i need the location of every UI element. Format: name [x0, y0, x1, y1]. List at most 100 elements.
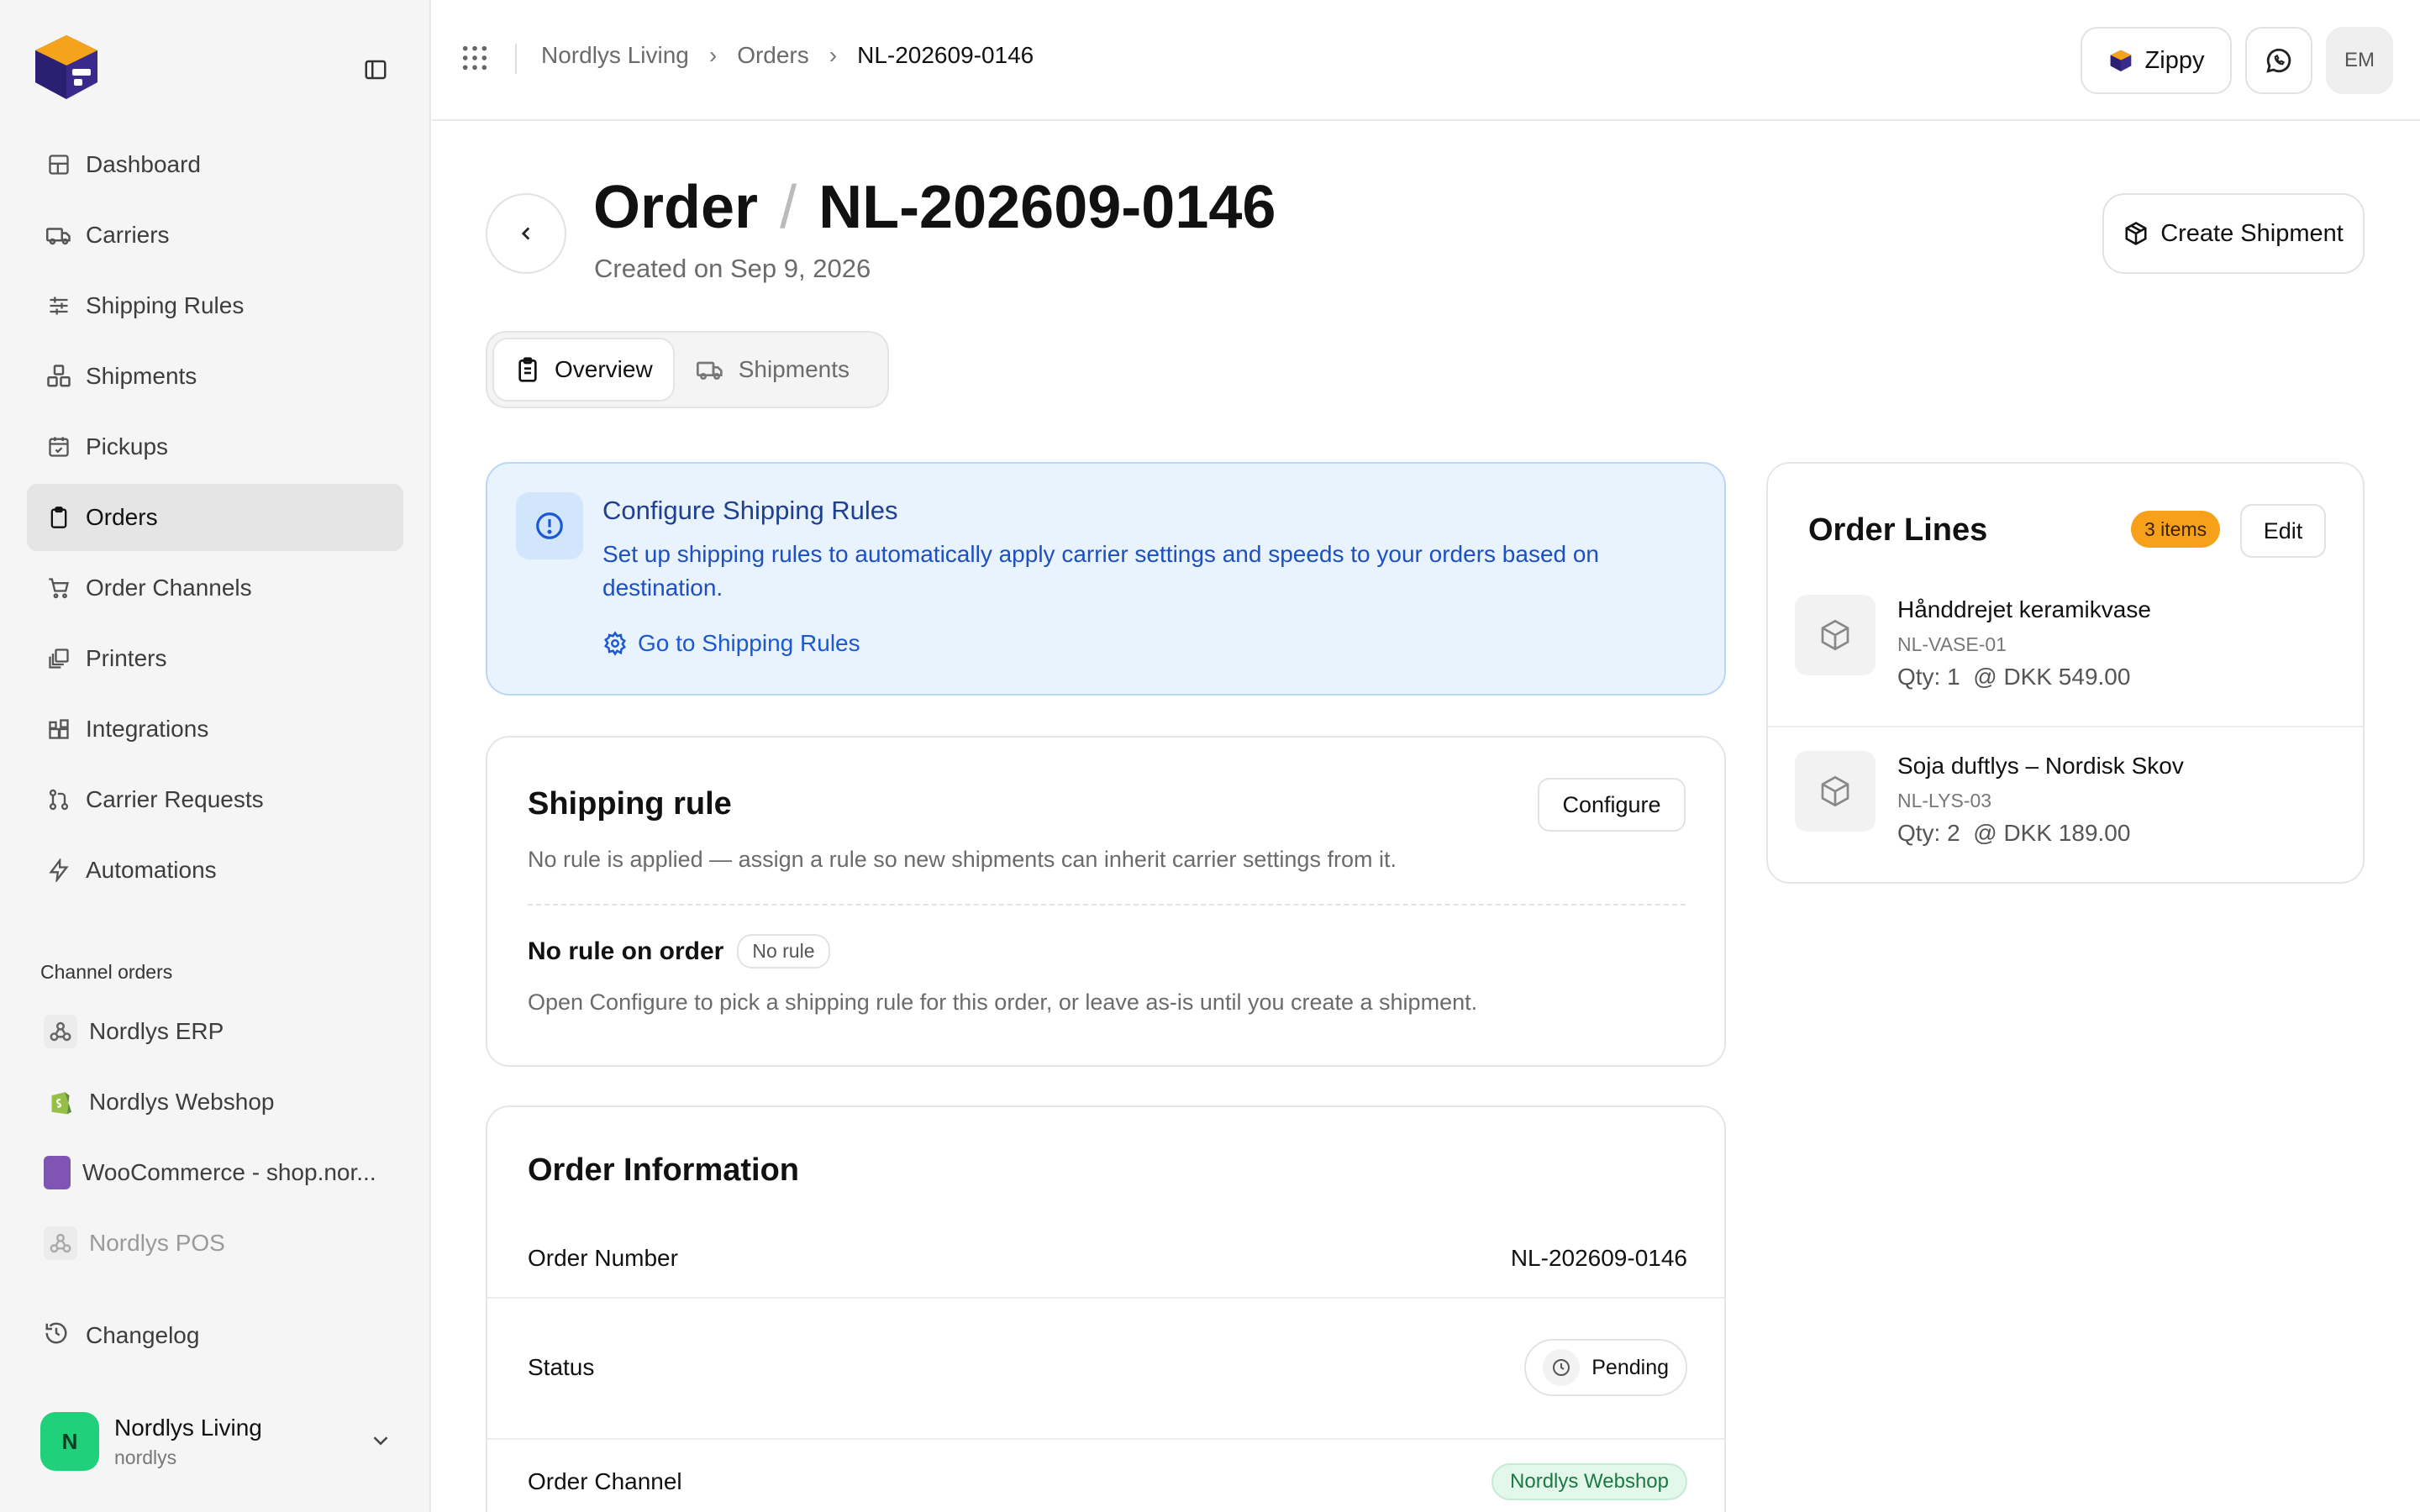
nav-label: Integrations	[86, 716, 209, 742]
shipping-rule-title: Shipping rule	[528, 786, 732, 822]
nav-item-pickups[interactable]: Pickups	[27, 413, 403, 480]
sidebar: Dashboard Carriers Shipping Rules Shipme…	[0, 0, 431, 1512]
chat-button[interactable]	[2245, 27, 2312, 94]
status-row: Status Pending	[487, 1337, 1724, 1398]
list-item: Hånddrejet keramikvase NL-VASE-01 Qty: 1…	[1768, 568, 2363, 724]
apps-grid-icon[interactable]	[460, 44, 489, 72]
channel-label: Nordlys POS	[89, 1230, 225, 1256]
nav-item-shipping-rules[interactable]: Shipping Rules	[27, 272, 403, 339]
tab-shipments[interactable]: Shipments	[675, 338, 870, 402]
status-badge: Pending	[1524, 1339, 1687, 1396]
chevron-right-icon: ›	[708, 42, 718, 68]
channel-label: WooCommerce - shop.nor...	[82, 1159, 376, 1185]
zippy-logo-icon	[2110, 50, 2131, 71]
channel-item-nordlys-erp[interactable]: Nordlys ERP	[27, 998, 403, 1065]
line-item-qty: Qty: 1 @ DKK 549.00	[1897, 664, 2131, 690]
link-label: Go to Shipping Rules	[638, 630, 860, 656]
row-label: Order Channel	[528, 1468, 682, 1494]
chevron-left-icon	[521, 227, 530, 240]
title-separator: /	[780, 174, 797, 241]
account-info: Nordlys Living nordlys	[114, 1415, 262, 1469]
chat-bubble-icon	[2266, 48, 2291, 73]
account-switcher[interactable]: N Nordlys Living nordlys	[40, 1411, 393, 1472]
order-lines-title: Order Lines	[1808, 512, 1988, 548]
order-information-card: Order Information Order Number NL-202609…	[486, 1105, 1726, 1512]
package-icon	[2125, 222, 2147, 245]
nav-item-automations[interactable]: Automations	[27, 837, 403, 904]
printer-icon	[44, 643, 74, 674]
rule-status-description: Open Configure to pick a shipping rule f…	[528, 990, 1478, 1015]
tab-label: Shipments	[738, 356, 850, 382]
configure-button[interactable]: Configure	[1538, 778, 1686, 832]
channel-orders-heading: Channel orders	[40, 961, 173, 983]
channel-list: Nordlys ERP Nordlys Webshop WooCommerce …	[27, 998, 403, 1280]
go-to-shipping-rules-link[interactable]: Go to Shipping Rules	[602, 630, 860, 657]
shopify-icon	[44, 1085, 77, 1119]
nav-item-integrations[interactable]: Integrations	[27, 696, 403, 763]
nav-item-order-channels[interactable]: Order Channels	[27, 554, 403, 622]
notice-text: Set up shipping rules to automatically a…	[602, 541, 1600, 601]
nav-item-shipments[interactable]: Shipments	[27, 343, 403, 410]
main-nav: Dashboard Carriers Shipping Rules Shipme…	[27, 131, 403, 907]
title-order-id: NL-202609-0146	[818, 174, 1276, 241]
cart-icon	[44, 573, 74, 603]
chevron-down-icon	[368, 1428, 393, 1453]
collapse-sidebar-button[interactable]	[358, 52, 393, 87]
nav-label: Order Channels	[86, 575, 252, 601]
channel-label: Nordlys ERP	[89, 1018, 224, 1044]
nav-item-carriers[interactable]: Carriers	[27, 202, 403, 269]
edit-button[interactable]: Edit	[2240, 504, 2326, 558]
nav-item-orders[interactable]: Orders	[27, 484, 403, 551]
boxes-icon	[44, 361, 74, 391]
changelog-link[interactable]: Changelog	[44, 1320, 199, 1351]
changelog-label: Changelog	[86, 1322, 200, 1348]
zippy-button[interactable]: Zippy	[2081, 27, 2232, 94]
chevron-right-icon: ›	[829, 42, 838, 68]
zippy-label: Zippy	[2144, 46, 2205, 74]
channel-item-woocommerce[interactable]: WooCommerce - shop.nor...	[27, 1139, 403, 1206]
row-label: Order Number	[528, 1245, 678, 1271]
nav-label: Pickups	[86, 433, 169, 459]
row-label: Status	[528, 1354, 595, 1380]
order-information-title: Order Information	[528, 1152, 800, 1188]
truck-icon	[44, 220, 74, 250]
clipboard-icon	[44, 502, 74, 533]
nav-item-dashboard[interactable]: Dashboard	[27, 131, 403, 198]
account-name: Nordlys Living	[114, 1414, 262, 1441]
tab-overview[interactable]: Overview	[492, 338, 675, 402]
nav-label: Carriers	[86, 222, 170, 248]
nav-label: Dashboard	[86, 151, 201, 177]
nav-label: Shipping Rules	[86, 292, 245, 318]
order-number-row: Order Number NL-202609-0146	[487, 1233, 1724, 1284]
app-logo[interactable]	[29, 29, 104, 104]
history-icon	[44, 1320, 74, 1351]
list-item: Soja duftlys – Nordisk Skov NL-LYS-03 Qt…	[1768, 724, 2363, 880]
clock-icon	[1543, 1349, 1581, 1386]
back-button[interactable]	[486, 193, 566, 274]
nav-item-printers[interactable]: Printers	[27, 625, 403, 692]
webhook-icon	[44, 1226, 77, 1260]
blocks-icon	[44, 714, 74, 744]
package-icon	[1795, 595, 1876, 675]
divider	[487, 1297, 1724, 1299]
channel-item-nordlys-pos[interactable]: Nordlys POS	[27, 1210, 403, 1277]
user-avatar-button[interactable]: EM	[2326, 27, 2393, 94]
breadcrumb-orders[interactable]: Orders	[737, 42, 809, 69]
breadcrumb-company[interactable]: Nordlys Living	[541, 42, 689, 69]
account-handle: nordlys	[114, 1446, 177, 1468]
line-item-name: Hånddrejet keramikvase	[1897, 596, 2151, 622]
channel-item-nordlys-webshop[interactable]: Nordlys Webshop	[27, 1068, 403, 1136]
calendar-check-icon	[44, 432, 74, 462]
nav-label: Orders	[86, 504, 158, 530]
nav-label: Shipments	[86, 363, 197, 389]
avatar: N	[40, 1412, 99, 1471]
page-title: Order / NL-202609-0146	[593, 173, 1276, 242]
dashboard-icon	[44, 150, 74, 180]
create-shipment-label: Create Shipment	[2160, 219, 2344, 247]
nav-item-carrier-requests[interactable]: Carrier Requests	[27, 766, 403, 833]
create-shipment-button[interactable]: Create Shipment	[2102, 193, 2365, 274]
items-count-badge: 3 items	[2131, 511, 2221, 548]
package-icon	[1795, 751, 1876, 832]
nav-label: Automations	[86, 857, 217, 883]
lightning-icon	[44, 855, 74, 885]
